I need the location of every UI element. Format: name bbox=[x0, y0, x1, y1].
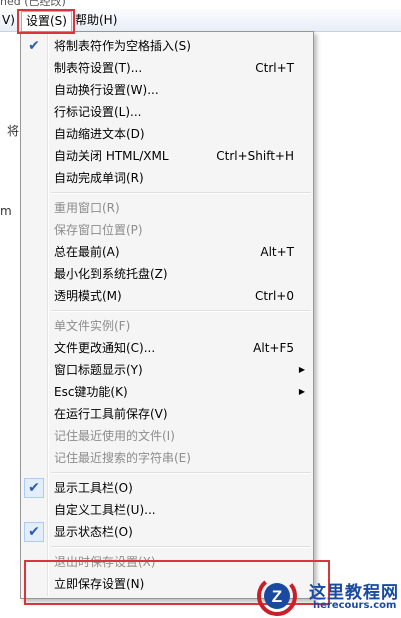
watermark-url: herecours.com bbox=[313, 600, 397, 611]
menu-item[interactable]: 在运行工具前保存(V) bbox=[21, 403, 313, 425]
menu-item-label: 将制表符作为空格插入(S) bbox=[54, 39, 191, 53]
menu-item-label: 重用窗口(R) bbox=[54, 201, 120, 215]
menu-item[interactable]: 总在最前(A) Alt+T bbox=[21, 241, 313, 263]
menu-item[interactable]: 自动关闭 HTML/XML Ctrl+Shift+H bbox=[21, 145, 313, 167]
menu-item-label: 记住最近搜索的字符串(E) bbox=[54, 451, 191, 465]
menu-help[interactable]: 帮助(H) bbox=[71, 12, 121, 28]
menu-item-label: 窗口标题显示(Y) bbox=[54, 363, 143, 377]
watermark-logo-letter: Z bbox=[272, 587, 282, 606]
menu-item-label: Esc键功能(K) bbox=[54, 385, 128, 399]
menu-item[interactable]: 最小化到系统托盘(Z) bbox=[21, 263, 313, 285]
menu-item-shortcut: Alt+T bbox=[260, 245, 294, 259]
menu-item-label: 保存窗口位置(P) bbox=[54, 223, 143, 237]
checkmark-icon: ✔ bbox=[28, 38, 40, 54]
menu-item[interactable]: 制表符设置(T)... Ctrl+T bbox=[21, 57, 313, 79]
menu-item[interactable]: ✔ 显示状态栏(O) bbox=[21, 521, 313, 543]
menu-item: 保存窗口位置(P) bbox=[21, 219, 313, 241]
settings-dropdown-menu: ✔ 将制表符作为空格插入(S) 制表符设置(T)... Ctrl+T 自动换行设置(W)… bbox=[20, 31, 314, 599]
checkmark-icon: ✔ bbox=[24, 522, 44, 542]
menu-item[interactable]: 自动缩进文本(D) bbox=[21, 123, 313, 145]
menu-item[interactable]: ✔ 显示工具栏(O) bbox=[21, 477, 313, 499]
menu-item-shortcut: Ctrl+Shift+H bbox=[216, 149, 294, 163]
menu-separator bbox=[51, 192, 311, 194]
menu-item[interactable]: 窗口标题显示(Y) ▶ bbox=[21, 359, 313, 381]
menu-item[interactable]: Esc键功能(K) ▶ bbox=[21, 381, 313, 403]
menu-item-label: 记住最近使用的文件(I) bbox=[54, 429, 175, 443]
menu-separator bbox=[51, 546, 311, 548]
editor-text-fragment: m bbox=[0, 204, 12, 218]
menu-item-shortcut: Ctrl+T bbox=[255, 61, 294, 75]
menu-item-label: 在运行工具前保存(V) bbox=[54, 407, 168, 421]
menu-item-label: 最小化到系统托盘(Z) bbox=[54, 267, 168, 281]
menu-item-label: 显示工具栏(O) bbox=[54, 481, 133, 495]
menu-item[interactable]: 自动完成单词(R) bbox=[21, 167, 313, 189]
submenu-arrow-icon: ▶ bbox=[298, 387, 305, 396]
menu-item-label: 自动换行设置(W)... bbox=[54, 83, 159, 97]
highlight-settings-menu bbox=[17, 9, 75, 34]
menu-item-label: 自定义工具栏(U)... bbox=[54, 503, 156, 517]
editor-text-fragment: 将 bbox=[7, 124, 20, 138]
menu-item-label: 自动缩进文本(D) bbox=[54, 127, 145, 141]
menu-item-label: 单文件实例(F) bbox=[54, 319, 131, 333]
menu-item[interactable]: 自动换行设置(W)... bbox=[21, 79, 313, 101]
menu-item: 记住最近使用的文件(I) bbox=[21, 425, 313, 447]
menu-item[interactable]: 行标记设置(L)... bbox=[21, 101, 313, 123]
menu-item-label: 自动完成单词(R) bbox=[54, 171, 144, 185]
menu-item-label: 文件更改通知(C)... bbox=[54, 341, 156, 355]
menu-item-label: 总在最前(A) bbox=[54, 245, 120, 259]
menu-item-label: 透明模式(M) bbox=[54, 289, 122, 303]
menu-item-label: 行标记设置(L)... bbox=[54, 105, 142, 119]
submenu-arrow-icon: ▶ bbox=[298, 365, 305, 374]
menu-item-label: 自动关闭 HTML/XML bbox=[54, 149, 169, 163]
menu-item[interactable]: 透明模式(M) Ctrl+0 bbox=[21, 285, 313, 307]
menu-item[interactable]: 自定义工具栏(U)... bbox=[21, 499, 313, 521]
window-title: ned (已经改) bbox=[0, 0, 66, 8]
menu-item-label: 显示状态栏(O) bbox=[54, 525, 133, 539]
menu-separator bbox=[51, 310, 311, 312]
menu-separator bbox=[51, 472, 311, 474]
menu-item-shortcut: Ctrl+0 bbox=[254, 289, 294, 303]
checkmark-icon: ✔ bbox=[24, 478, 44, 498]
menu-item: 单文件实例(F) bbox=[21, 315, 313, 337]
menu-item: 重用窗口(R) bbox=[21, 197, 313, 219]
menu-item[interactable]: 文件更改通知(C)... Alt+F5 bbox=[21, 337, 313, 359]
menu-item: 记住最近搜索的字符串(E) bbox=[21, 447, 313, 469]
watermark-logo-icon: Z bbox=[257, 576, 297, 616]
menu-item-label: 制表符设置(T)... bbox=[54, 61, 143, 75]
menu-item-shortcut: Alt+F5 bbox=[253, 341, 294, 355]
menu-item[interactable]: ✔ 将制表符作为空格插入(S) bbox=[21, 35, 313, 57]
